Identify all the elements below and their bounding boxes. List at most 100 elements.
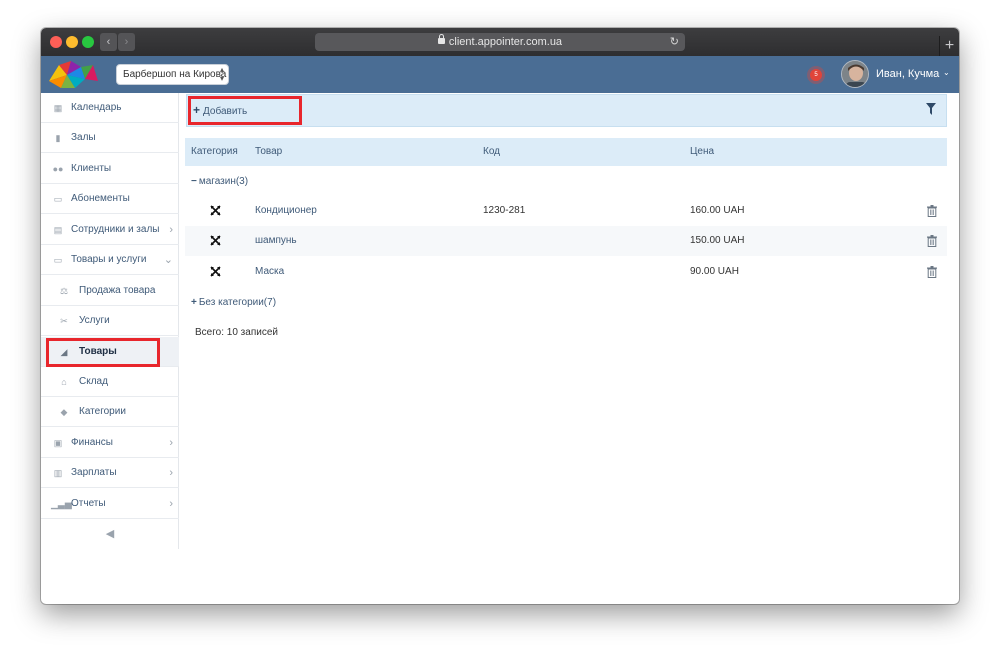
category-group-shop[interactable]: − магазин(3) [191, 176, 248, 187]
product-name[interactable]: Маска [255, 257, 284, 287]
url-text: client.appointer.com.ua [448, 36, 563, 48]
minimize-window-button[interactable] [66, 36, 78, 48]
sidebar-item-reports[interactable]: ▁▃▅ Отчеты › [41, 489, 179, 519]
sidebar-item-label: Отчеты [71, 498, 106, 509]
sidebar-item-product-sale[interactable]: ⚖ Продажа товара [41, 276, 179, 306]
table-row[interactable]: Кондиционер 1230-281 160.00 UAH [185, 196, 947, 226]
table-row[interactable]: шампунь 150.00 UAH [185, 226, 947, 256]
scissors-icon: ✂ [60, 316, 68, 326]
card-icon: ▭ [53, 194, 63, 204]
trash-icon[interactable] [927, 205, 937, 217]
sidebar: ▦ Календарь ▮ Залы ●● Клиенты ▭ Абонемен… [41, 93, 179, 549]
sidebar-item-label: Услуги [79, 315, 110, 326]
bank-icon: ⌂ [61, 377, 67, 387]
new-tab-button[interactable]: + [939, 36, 959, 56]
sidebar-item-warehouse[interactable]: ⌂ Склад [41, 367, 179, 397]
product-price: 90.00 UAH [690, 266, 739, 277]
close-window-button[interactable] [50, 36, 62, 48]
category-group-label: магазин(3) [198, 176, 249, 187]
category-group-label: Без категории(7) [198, 297, 277, 308]
sidebar-item-label: Сотрудники и залы [71, 224, 160, 235]
maximize-window-button[interactable] [82, 36, 94, 48]
user-name[interactable]: Иван, Кучма [876, 68, 939, 80]
chevron-down-icon[interactable]: ⌄ [943, 68, 950, 77]
sidebar-item-label: Абонементы [71, 193, 130, 204]
calendar-icon: ▦ [53, 103, 63, 113]
move-icon[interactable] [210, 205, 221, 216]
sidebar-item-clients[interactable]: ●● Клиенты [41, 154, 179, 184]
sidebar-item-label: Категории [79, 406, 126, 417]
column-header-category[interactable]: Категория [191, 138, 238, 166]
product-price: 160.00 UAH [690, 205, 745, 216]
select-arrows-icon: ▴ ▾ [219, 65, 224, 83]
trash-icon[interactable] [927, 235, 937, 247]
branch-select[interactable]: Барбершоп на Кирова ▴ ▾ [116, 64, 229, 85]
browser-titlebar: ‹ › client.appointer.com.ua ↻ + [41, 28, 959, 56]
back-button[interactable]: ‹ [100, 33, 117, 51]
scales-icon: ⚖ [59, 286, 69, 296]
branch-select-value: Барбершоп на Кирова [123, 69, 227, 80]
sidebar-item-label: Продажа товара [79, 285, 156, 296]
column-header-product[interactable]: Товар [255, 138, 282, 166]
lock-icon [437, 34, 445, 44]
product-code: 1230-281 [483, 205, 526, 216]
table-header: Категория Товар Код Цена [185, 138, 947, 166]
chevron-right-icon: › [169, 498, 173, 510]
bar-chart-icon: ▁▃▅ [51, 499, 72, 509]
chevron-right-icon: › [169, 224, 173, 236]
sidebar-item-label: Календарь [71, 102, 122, 113]
sidebar-item-halls[interactable]: ▮ Залы [41, 123, 179, 153]
sidebar-item-staff[interactable]: ▤ Сотрудники и залы › [41, 215, 179, 245]
sidebar-item-services[interactable]: ✂ Услуги [41, 306, 179, 336]
sidebar-item-label: Финансы [71, 437, 113, 448]
column-header-price[interactable]: Цена [690, 138, 714, 166]
chevron-right-icon: › [169, 437, 173, 449]
sidebar-item-finance[interactable]: ▣ Финансы › [41, 428, 179, 458]
chevron-right-icon: › [124, 36, 129, 48]
filter-icon[interactable] [926, 103, 936, 115]
avatar[interactable] [841, 60, 869, 88]
forward-button[interactable]: › [118, 33, 135, 51]
notification-badge[interactable]: 5 [810, 69, 822, 81]
sidebar-item-categories[interactable]: ◆ Категории [41, 397, 179, 427]
chevron-down-icon: ⌄ [163, 254, 173, 266]
category-group-uncategorized[interactable]: + Без категории(7) [191, 297, 276, 308]
plus-icon: + [191, 297, 197, 308]
collapse-left-icon: ◀ [105, 528, 115, 540]
sidebar-item-label: Залы [71, 132, 96, 143]
product-price: 150.00 UAH [690, 235, 745, 246]
user-photo-icon [842, 61, 868, 87]
move-icon[interactable] [210, 235, 221, 246]
highlight-box-add [188, 96, 302, 125]
collapse-sidebar-button[interactable]: ◀ [41, 520, 179, 548]
chevron-left-icon: ‹ [106, 36, 111, 48]
tags-icon: ◆ [60, 407, 68, 417]
records-total: Всего: 10 записей [195, 327, 278, 338]
sidebar-item-goods-services[interactable]: ▭ Товары и услуги ⌄ [41, 245, 179, 275]
trash-icon[interactable] [927, 266, 937, 278]
sidebar-item-salaries[interactable]: ▥ Зарплаты › [41, 458, 179, 488]
bookmark-icon: ▮ [55, 133, 61, 143]
sidebar-item-label: Склад [79, 376, 108, 387]
browser-window: ‹ › client.appointer.com.ua ↻ + Барбершо… [41, 28, 959, 604]
chevron-right-icon: › [169, 467, 173, 479]
product-name[interactable]: шампунь [255, 226, 297, 256]
money-icon: ▣ [53, 438, 63, 448]
minus-icon: − [191, 176, 197, 187]
column-header-code[interactable]: Код [483, 138, 500, 166]
table-row[interactable]: Маска 90.00 UAH [185, 257, 947, 287]
id-card-icon: ▤ [53, 225, 63, 235]
logo-icon[interactable] [45, 59, 101, 90]
address-bar[interactable]: client.appointer.com.ua ↻ [315, 33, 685, 51]
sidebar-item-label: Товары и услуги [71, 254, 147, 265]
sidebar-item-label: Зарплаты [71, 467, 117, 478]
app-header: Барбершоп на Кирова ▴ ▾ 5 Иван, Кучма ⌄ [41, 56, 959, 93]
calculator-icon: ▥ [53, 468, 63, 478]
move-icon[interactable] [210, 266, 221, 277]
reload-icon[interactable]: ↻ [670, 33, 679, 51]
product-name[interactable]: Кондиционер [255, 196, 317, 226]
sidebar-item-subscriptions[interactable]: ▭ Абонементы [41, 184, 179, 214]
highlight-box-products [46, 338, 160, 367]
users-icon: ●● [52, 164, 64, 174]
sidebar-item-calendar[interactable]: ▦ Календарь [41, 93, 179, 123]
